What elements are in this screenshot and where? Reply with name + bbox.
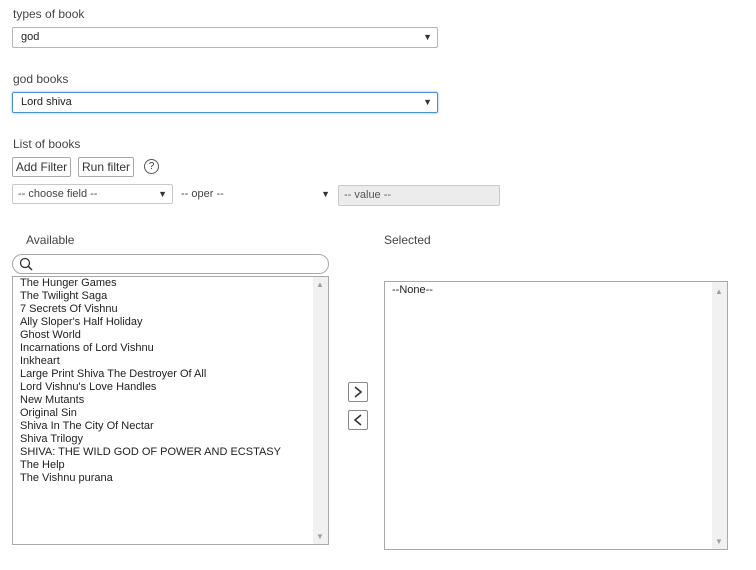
scroll-up-icon[interactable]: ▲: [715, 287, 723, 296]
move-right-button[interactable]: [348, 382, 368, 402]
chevron-left-icon: [353, 414, 362, 426]
list-item[interactable]: The Vishnu purana: [13, 472, 328, 485]
list-item[interactable]: The Help: [13, 459, 328, 472]
list-item[interactable]: --None--: [385, 284, 727, 297]
types-of-book-value: god: [21, 31, 40, 43]
list-item[interactable]: Shiva In The City Of Nectar: [13, 420, 328, 433]
available-label: Available: [26, 233, 75, 247]
list-item[interactable]: Ghost World: [13, 329, 328, 342]
list-item[interactable]: Large Print Shiva The Destroyer Of All: [13, 368, 328, 381]
operator-value: -- oper --: [181, 188, 224, 200]
available-list: The Hunger Games The Twilight Saga 7 Secre…: [13, 277, 328, 485]
list-item[interactable]: The Hunger Games: [13, 277, 328, 290]
dropdown-arrow-icon: ▼: [423, 97, 432, 107]
list-item[interactable]: The Twilight Saga: [13, 290, 328, 303]
operator-select[interactable]: -- oper -- ▼: [175, 184, 336, 204]
dropdown-arrow-icon: ▼: [158, 189, 167, 199]
search-icon: [19, 257, 33, 271]
available-scrollbar[interactable]: ▲ ▼: [313, 277, 328, 544]
selected-listbox[interactable]: --None-- ▲ ▼: [384, 281, 728, 550]
selected-list: --None--: [385, 282, 727, 297]
choose-field-select[interactable]: -- choose field -- ▼: [12, 184, 173, 204]
scroll-up-icon[interactable]: ▲: [316, 280, 324, 289]
list-item[interactable]: New Mutants: [13, 394, 328, 407]
god-books-value: Lord shiva: [21, 96, 72, 108]
god-books-label: god books: [13, 72, 69, 86]
list-item[interactable]: Original Sin: [13, 407, 328, 420]
list-item[interactable]: SHIVA: THE WILD GOD OF POWER AND ECSTASY: [13, 446, 328, 459]
types-of-book-label: types of book: [13, 7, 85, 21]
dropdown-arrow-icon: ▼: [321, 189, 330, 199]
list-item[interactable]: Inkheart: [13, 355, 328, 368]
list-item[interactable]: Ally Sloper's Half Holiday: [13, 316, 328, 329]
scroll-down-icon[interactable]: ▼: [715, 537, 723, 546]
scroll-down-icon[interactable]: ▼: [316, 532, 324, 541]
dropdown-arrow-icon: ▼: [423, 32, 432, 42]
move-left-button[interactable]: [348, 410, 368, 430]
list-of-books-label: List of books: [13, 137, 81, 151]
god-books-select[interactable]: Lord shiva ▼: [12, 92, 438, 113]
types-of-book-select[interactable]: god ▼: [12, 27, 438, 48]
list-item[interactable]: Incarnations of Lord Vishnu: [13, 342, 328, 355]
selected-label: Selected: [384, 233, 431, 247]
help-icon[interactable]: ?: [144, 159, 159, 174]
run-filter-button[interactable]: Run filter: [78, 157, 134, 177]
add-filter-button[interactable]: Add Filter: [12, 157, 71, 177]
filter-value-input: -- value --: [338, 185, 500, 206]
chevron-right-icon: [354, 386, 363, 398]
available-search-input[interactable]: [12, 254, 329, 274]
list-item[interactable]: Lord Vishnu's Love Handles: [13, 381, 328, 394]
available-listbox[interactable]: The Hunger Games The Twilight Saga 7 Secre…: [12, 276, 329, 545]
list-item[interactable]: 7 Secrets Of Vishnu: [13, 303, 328, 316]
choose-field-value: -- choose field --: [18, 188, 98, 200]
list-item[interactable]: Shiva Trilogy: [13, 433, 328, 446]
selected-scrollbar[interactable]: ▲ ▼: [712, 282, 727, 549]
